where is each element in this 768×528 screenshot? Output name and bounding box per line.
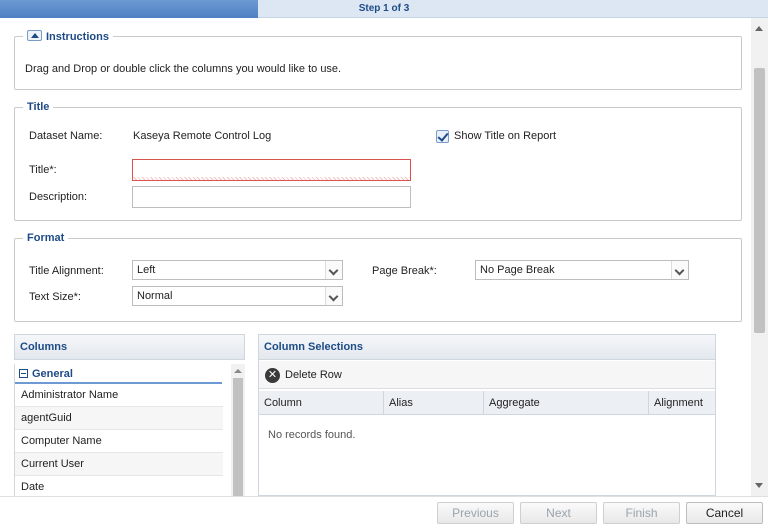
wizard-progress-bar: Step 1 of 3 bbox=[0, 0, 768, 18]
columns-list: General Administrator Name agentGuid Com… bbox=[14, 364, 245, 496]
text-size-select[interactable]: Normal bbox=[132, 286, 343, 306]
column-selections-panel: Column Selections ✕ Delete Row Column Al… bbox=[258, 334, 716, 496]
cancel-button[interactable]: Cancel bbox=[686, 502, 763, 524]
selections-toolbar: ✕ Delete Row bbox=[259, 361, 715, 389]
column-item[interactable]: Administrator Name bbox=[15, 384, 223, 407]
show-title-label[interactable]: Show Title on Report bbox=[454, 130, 556, 142]
page-break-select[interactable]: No Page Break bbox=[475, 260, 689, 280]
page-break-label: Page Break*: bbox=[372, 265, 437, 277]
format-legend: Format bbox=[27, 232, 65, 244]
selections-grid-header: Column Alias Aggregate Alignment bbox=[259, 391, 715, 415]
scroll-down-icon[interactable] bbox=[755, 483, 763, 488]
column-item[interactable]: Computer Name bbox=[15, 430, 223, 453]
column-selections-header: Column Selections bbox=[258, 334, 716, 360]
page-scrollbar[interactable] bbox=[751, 18, 768, 496]
scroll-thumb[interactable] bbox=[754, 68, 765, 333]
next-button[interactable]: Next bbox=[520, 502, 597, 524]
title-alignment-value: Left bbox=[137, 264, 156, 276]
dataset-name-value: Kaseya Remote Control Log bbox=[133, 130, 272, 142]
scroll-up-icon[interactable] bbox=[234, 369, 242, 373]
grid-header-alignment[interactable]: Alignment bbox=[649, 391, 715, 415]
description-input[interactable] bbox=[132, 186, 411, 208]
instructions-fieldset: Instructions bbox=[14, 30, 742, 90]
title-alignment-select[interactable]: Left bbox=[132, 260, 343, 280]
column-item[interactable]: agentGuid bbox=[15, 407, 223, 430]
minus-square-icon[interactable] bbox=[19, 369, 28, 378]
page-break-value: No Page Break bbox=[480, 264, 555, 276]
dropdown-icon[interactable] bbox=[325, 287, 342, 305]
progress-label: Step 1 of 3 bbox=[358, 3, 410, 14]
instructions-legend[interactable]: Instructions bbox=[23, 30, 113, 43]
delete-row-button[interactable]: Delete Row bbox=[285, 361, 342, 389]
title-alignment-label: Title Alignment: bbox=[29, 265, 104, 277]
instructions-text: Drag and Drop or double click the column… bbox=[25, 63, 342, 75]
dropdown-icon[interactable] bbox=[671, 261, 688, 279]
grid-header-aggregate[interactable]: Aggregate bbox=[484, 391, 649, 415]
column-item[interactable]: Current User bbox=[15, 453, 223, 476]
collapse-icon[interactable] bbox=[27, 30, 42, 41]
description-label: Description: bbox=[29, 191, 88, 203]
scroll-up-icon[interactable] bbox=[755, 26, 763, 31]
column-item[interactable]: Date bbox=[15, 476, 223, 496]
grid-header-alias[interactable]: Alias bbox=[384, 391, 484, 415]
column-group-general[interactable]: General bbox=[15, 364, 222, 384]
show-title-checkbox[interactable] bbox=[436, 130, 449, 143]
finish-button[interactable]: Finish bbox=[603, 502, 680, 524]
text-size-label: Text Size*: bbox=[29, 291, 81, 303]
dataset-name-label: Dataset Name: bbox=[29, 130, 103, 142]
delete-icon[interactable]: ✕ bbox=[265, 368, 280, 383]
title-legend: Title bbox=[27, 101, 50, 113]
scroll-thumb[interactable] bbox=[233, 378, 243, 496]
empty-grid-message: No records found. bbox=[268, 429, 356, 441]
columns-list-scrollbar[interactable] bbox=[231, 364, 245, 496]
grid-header-column[interactable]: Column bbox=[259, 391, 384, 415]
dropdown-icon[interactable] bbox=[325, 261, 342, 279]
title-label: Title*: bbox=[29, 164, 57, 176]
previous-button[interactable]: Previous bbox=[437, 502, 514, 524]
wizard-footer: Previous Next Finish Cancel bbox=[0, 496, 768, 528]
title-input[interactable] bbox=[132, 159, 411, 181]
text-size-value: Normal bbox=[137, 290, 173, 302]
columns-panel-header: Columns bbox=[14, 334, 245, 360]
